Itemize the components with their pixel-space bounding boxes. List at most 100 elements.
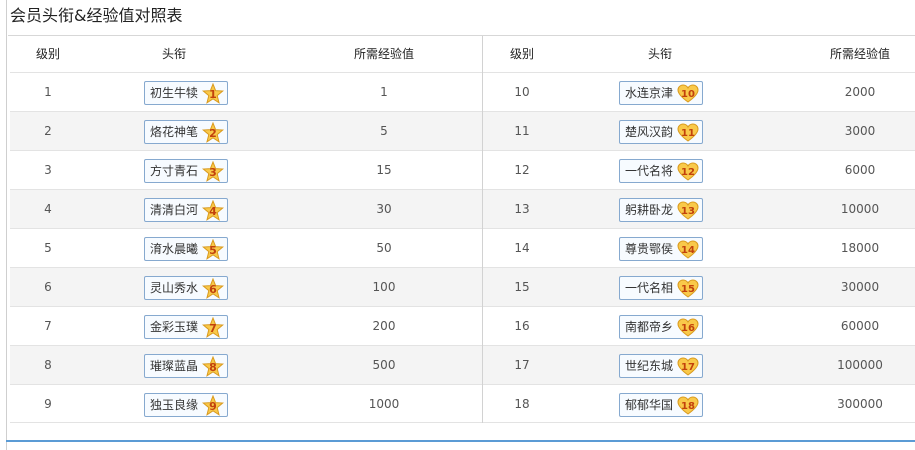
badge-number: 2 [209, 127, 217, 140]
title-name: 烙花神笔 [150, 125, 199, 139]
table-row: 7 金彩玉璞 7 200 16 南都帝乡 16 60000 [10, 306, 915, 345]
title-name-right: 南都帝乡 [625, 320, 674, 334]
badge-number: 5 [209, 244, 217, 257]
exp-cell-right: 30000 [840, 280, 880, 294]
table-row: 9 独玉良缘 9 1000 18 郁郁华国 18 300000 [10, 384, 915, 423]
badge-number-right: 14 [681, 245, 695, 256]
exp-cell: 30 [376, 202, 392, 216]
title-badge-right: 楚风汉韵 11 [619, 120, 703, 144]
badge-number-right: 15 [681, 284, 695, 295]
title-badge: 初生牛犊 1 [144, 81, 228, 105]
level-cell: 3 [44, 163, 52, 177]
exp-cell-right: 18000 [840, 241, 880, 255]
level-cell-right: 11 [514, 124, 530, 138]
badge-number: 4 [209, 205, 217, 218]
title-badge-right: 世纪东城 17 [619, 354, 703, 378]
title-name-right: 水连京津 [625, 86, 674, 100]
level-cell: 7 [44, 319, 52, 333]
star-badge-icon: 3 [202, 161, 224, 183]
title-name: 清清白河 [150, 203, 199, 217]
star-badge-icon: 2 [202, 122, 224, 144]
title-badge: 方寸青石 3 [144, 159, 228, 183]
header-exp: 所需经验值 [353, 47, 414, 61]
title-name-right: 世纪东城 [625, 359, 674, 373]
heart-badge-icon: 18 [677, 395, 699, 417]
table-row: 1 初生牛犊 1 1 10 水连京津 10 2000 [10, 72, 915, 111]
title-badge: 金彩玉璞 7 [144, 315, 228, 339]
column-divider [482, 36, 483, 423]
title-badge-right: 一代名将 12 [619, 159, 703, 183]
badge-number: 7 [209, 322, 217, 335]
exp-cell-right: 300000 [837, 397, 883, 411]
title-name-right: 郁郁华国 [625, 398, 674, 412]
level-cell: 9 [44, 397, 52, 411]
heart-badge-icon: 10 [677, 83, 699, 105]
badge-number-right: 13 [681, 206, 695, 217]
star-badge-icon: 8 [202, 356, 224, 378]
level-cell-right: 16 [514, 319, 530, 333]
page-title: 会员头衔&经验值对照表 [10, 6, 183, 25]
badge-number-right: 16 [681, 323, 695, 334]
title-badge-right: 水连京津 10 [619, 81, 703, 105]
title-name: 初生牛犊 [150, 86, 199, 100]
exp-cell-right: 2000 [844, 85, 876, 99]
header-title-right: 头衔 [647, 47, 672, 61]
title-badge: 灵山秀水 6 [144, 276, 228, 300]
title-name-right: 躬耕卧龙 [625, 203, 674, 217]
heart-badge-icon: 15 [677, 278, 699, 300]
exp-cell-right: 100000 [837, 358, 883, 372]
exp-cell: 15 [376, 163, 392, 177]
level-cell: 5 [44, 241, 52, 255]
exp-cell: 200 [372, 319, 396, 333]
exp-cell-right: 6000 [844, 163, 876, 177]
level-cell-right: 12 [514, 163, 530, 177]
exp-cell-right: 3000 [844, 124, 876, 138]
level-cell: 6 [44, 280, 52, 294]
badge-number-right: 12 [681, 167, 695, 178]
level-cell: 1 [44, 85, 52, 99]
title-badge-right: 郁郁华国 18 [619, 393, 703, 417]
heart-badge-icon: 14 [677, 239, 699, 261]
header-level-right: 级别 [509, 47, 534, 61]
title-name-right: 尊贵鄂侯 [625, 242, 674, 256]
exp-cell: 100 [372, 280, 396, 294]
level-cell: 8 [44, 358, 52, 372]
title-badge: 璀璨蓝晶 8 [144, 354, 228, 378]
level-cell-right: 18 [514, 397, 530, 411]
badge-number: 9 [209, 400, 217, 413]
star-badge-icon: 9 [202, 395, 224, 417]
table-row: 6 灵山秀水 6 100 15 一代名相 15 30000 [10, 267, 915, 306]
level-cell-right: 14 [514, 241, 530, 255]
table-row: 2 烙花神笔 2 5 11 楚风汉韵 11 3000 [10, 111, 915, 150]
heart-badge-icon: 11 [677, 122, 699, 144]
table-row: 8 璀璨蓝晶 8 500 17 世纪东城 17 100000 [10, 345, 915, 384]
header-exp-right: 所需经验值 [829, 47, 890, 61]
level-cell-right: 13 [514, 202, 530, 216]
badge-number-right: 10 [681, 89, 695, 100]
title-name: 金彩玉璞 [150, 320, 199, 334]
table-row: 4 清清白河 4 30 13 躬耕卧龙 13 10000 [10, 189, 915, 228]
title-name: 方寸青石 [150, 164, 199, 178]
level-cell: 4 [44, 202, 52, 216]
badge-number: 8 [209, 361, 217, 374]
star-badge-icon: 1 [202, 83, 224, 105]
title-name: 淯水晨曦 [150, 242, 199, 256]
star-badge-icon: 5 [202, 239, 224, 261]
exp-cell-right: 10000 [840, 202, 880, 216]
exp-cell-right: 60000 [840, 319, 880, 333]
title-name-right: 一代名将 [625, 164, 674, 178]
heart-badge-icon: 13 [677, 200, 699, 222]
exp-cell: 5 [380, 124, 388, 138]
title-badge: 清清白河 4 [144, 198, 228, 222]
header-level: 级别 [35, 47, 60, 61]
title-badge: 独玉良缘 9 [144, 393, 228, 417]
star-badge-icon: 4 [202, 200, 224, 222]
table-row: 5 淯水晨曦 5 50 14 尊贵鄂侯 14 18000 [10, 228, 915, 267]
exp-cell: 1 [380, 85, 388, 99]
level-cell: 2 [44, 124, 52, 138]
table-header: 级别 头衔 所需经验值 级别 头衔 所需经验值 [10, 36, 915, 72]
title-name: 独玉良缘 [150, 398, 199, 412]
heart-badge-icon: 16 [677, 317, 699, 339]
badge-number: 1 [209, 88, 217, 101]
bottom-accent-rule [6, 440, 915, 442]
